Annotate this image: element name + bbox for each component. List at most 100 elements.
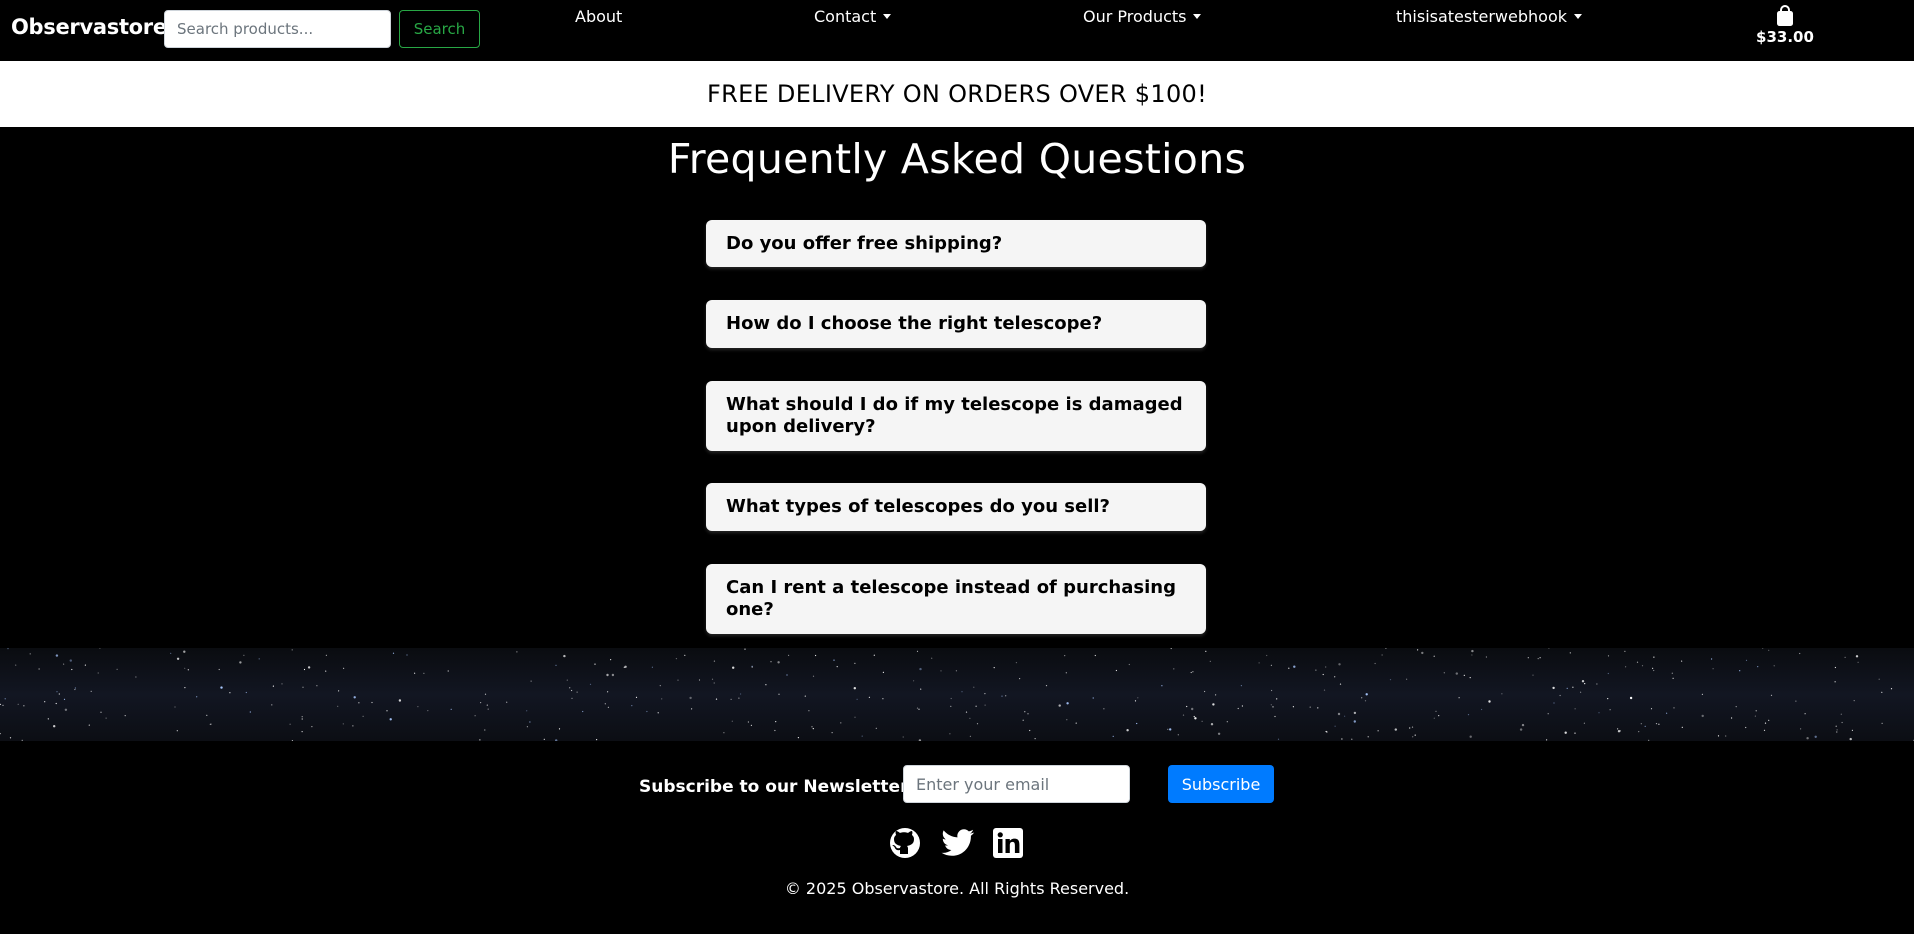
star [1546,739,1548,741]
star [732,666,735,669]
star [105,717,107,719]
star [1851,729,1853,731]
nav-link-products-label: Our Products [1083,7,1187,26]
star [1411,726,1414,728]
star [1194,717,1197,720]
star [21,739,23,741]
star [993,667,995,669]
nav-link-user-label: thisisatesterwebhook [1396,7,1567,26]
star [646,710,648,713]
star [607,706,610,708]
faq-question: Do you offer free shipping? [726,232,1003,254]
star [1433,717,1435,719]
star [713,660,716,662]
star [1277,738,1280,740]
star [1735,706,1737,708]
star [1058,704,1061,707]
faq-question: Can I rent a telescope instead of purcha… [726,577,1176,620]
star [797,737,800,739]
star [1572,686,1574,688]
star [1725,735,1727,737]
star [1344,715,1346,717]
star [1711,658,1713,660]
star [1455,672,1459,675]
faq-item[interactable]: What should I do if my telescope is dama… [706,381,1206,451]
star [1015,662,1018,664]
email-field[interactable] [903,765,1130,803]
star [854,716,856,718]
star [47,718,49,720]
star [239,661,242,664]
cart-total: $33.00 [1756,28,1814,46]
star [1381,654,1383,656]
search-button[interactable]: Search [399,10,480,48]
nav-dropdown-contact[interactable]: Contact [814,6,892,28]
star [976,723,979,725]
faq-item[interactable]: What types of telescopes do you sell? [706,483,1206,531]
faq-item[interactable]: How do I choose the right telescope? [706,300,1206,348]
copyright-text: © 2025 Observastore. All Rights Reserved… [784,879,1130,898]
star [1377,730,1379,732]
twitter-link[interactable] [941,826,975,860]
github-link[interactable] [888,826,922,860]
star [657,712,659,714]
star [811,726,813,728]
star [1374,662,1376,665]
star [1666,712,1668,714]
nav-link-about-label: About [575,7,623,26]
star [1532,674,1534,676]
caret-down-icon [1193,14,1202,19]
star [218,668,220,671]
cart-button[interactable]: $33.00 [1752,5,1818,46]
faq-item[interactable]: Can I rent a telescope instead of purcha… [706,564,1206,634]
faq-question: How do I choose the right telescope? [726,313,1103,334]
star [1629,696,1633,700]
star [1240,685,1242,687]
star [210,723,212,725]
faq-item[interactable]: Do you offer free shipping? [706,220,1206,267]
star [447,670,449,672]
star [9,737,12,739]
star [1745,659,1748,661]
star [1094,654,1096,657]
star [1800,728,1802,730]
star [1653,669,1655,672]
star [1433,655,1435,657]
star [303,668,306,671]
star [1201,720,1203,722]
star [97,672,99,674]
star [984,693,986,695]
star [1853,700,1855,702]
star [1574,708,1576,710]
star [1471,649,1474,653]
star [808,710,810,712]
star [44,701,46,703]
star [1607,672,1609,675]
nav-dropdown-our-products[interactable]: Our Products [1083,6,1202,28]
banner-text: FREE DELIVERY ON ORDERS OVER $100! [706,80,1208,108]
star [271,704,273,706]
star [1701,693,1703,695]
star [1469,735,1472,738]
nav-dropdown-user-account[interactable]: thisisatesterwebhook [1396,6,1582,28]
star [353,696,356,699]
linkedin-link[interactable] [991,826,1025,860]
search-input[interactable] [164,10,391,48]
star [770,661,772,663]
star [0,703,2,705]
star [1435,710,1437,712]
star [1652,667,1654,669]
star [902,736,904,738]
star [1137,697,1139,699]
star [1739,670,1741,672]
star [604,703,606,705]
star [1673,707,1675,709]
subscribe-button[interactable]: Subscribe [1168,765,1274,803]
star [1527,657,1529,659]
star [1115,669,1117,672]
star [1293,665,1296,668]
star [731,720,733,722]
brand-logo-text[interactable]: Observastore [11,15,167,39]
nav-link-about[interactable]: About [575,6,622,28]
star [116,668,118,670]
